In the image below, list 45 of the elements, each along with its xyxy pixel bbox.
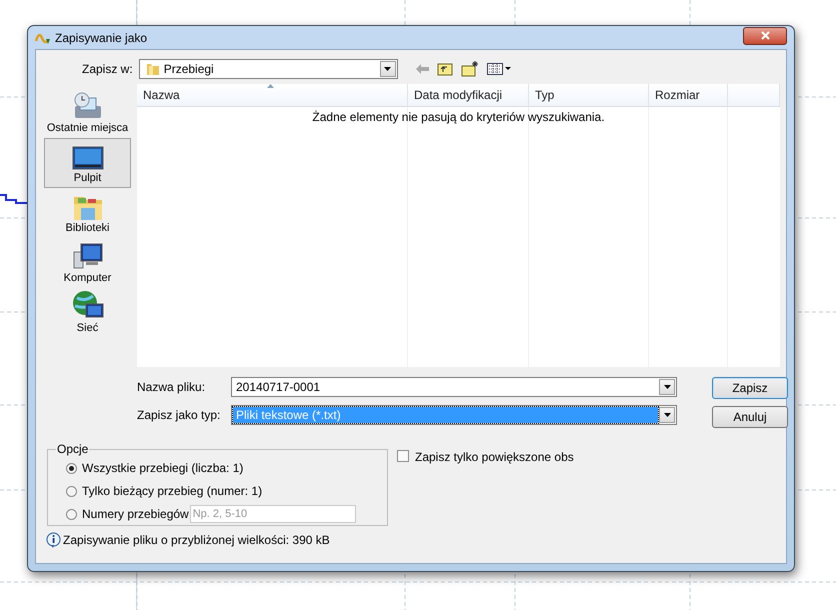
caret-icon	[664, 413, 670, 417]
column-header[interactable]: Typ	[529, 84, 649, 106]
place-item[interactable]: Ostatnie miejsca	[44, 88, 131, 138]
dialog-button[interactable]: Zapisz	[712, 377, 788, 399]
save-in-label: Zapisz w:	[82, 62, 133, 76]
desktop-icon	[72, 146, 104, 172]
window-title: Zapisywanie jako	[55, 30, 148, 44]
dropdown-button[interactable]	[659, 407, 675, 423]
column-header[interactable]: Data modyfikacji	[408, 84, 529, 106]
checkbox[interactable]	[397, 450, 409, 462]
place-item[interactable]: Sieć	[44, 288, 131, 338]
dropdown-button[interactable]	[380, 61, 396, 77]
sort-arrow-icon	[266, 84, 274, 88]
signal-trace	[0, 194, 27, 204]
dialog-button[interactable]: Anuluj	[712, 406, 788, 428]
checkbox-label: Zapisz tylko powiększone obs	[415, 450, 574, 464]
run-numbers-field[interactable]: Np. 2, 5-10	[190, 505, 356, 523]
radio-label: Wszystkie przebiegi (liczba: 1)	[82, 461, 244, 475]
folder-icon	[146, 62, 160, 76]
place-item[interactable]: Biblioteki	[44, 188, 131, 238]
file-name-field[interactable]: 20140717-0001	[231, 377, 677, 397]
group-title: Opcje	[56, 442, 90, 456]
empty-message: Żadne elementy nie pasują do kryteriów wyszukiwania.	[311, 110, 606, 124]
column-header[interactable]: Rozmiar	[649, 84, 728, 106]
file-type-label: Zapisz jako typ:	[137, 408, 222, 422]
radio-button[interactable]	[66, 486, 77, 496]
column-header[interactable]: Nazwa	[137, 84, 408, 106]
dropdown-button[interactable]	[659, 379, 675, 395]
radio-button[interactable]	[66, 462, 77, 474]
info-icon	[46, 532, 61, 548]
radio-button[interactable]	[66, 508, 77, 520]
place-item[interactable]: Komputer	[44, 238, 131, 288]
caret-icon	[384, 67, 392, 71]
radio-label: Numery przebiegów	[82, 507, 189, 521]
radio-label: Tylko bieżący przebieg (numer: 1)	[82, 484, 262, 498]
close-icon	[760, 30, 770, 40]
new-folder-icon[interactable]	[460, 61, 479, 77]
view-menu-icon[interactable]	[486, 63, 511, 75]
up-folder-icon[interactable]	[436, 62, 453, 76]
save-in-dropdown[interactable]: Przebiegi	[138, 59, 398, 79]
place-item[interactable]: Pulpit	[44, 138, 131, 188]
file-size-info: Zapisywanie pliku o przybliżonej wielkości: 390 kB	[63, 533, 330, 547]
file-name-label: Nazwa pliku:	[137, 380, 206, 394]
caret-icon	[664, 385, 670, 389]
close-button[interactable]	[743, 26, 787, 44]
